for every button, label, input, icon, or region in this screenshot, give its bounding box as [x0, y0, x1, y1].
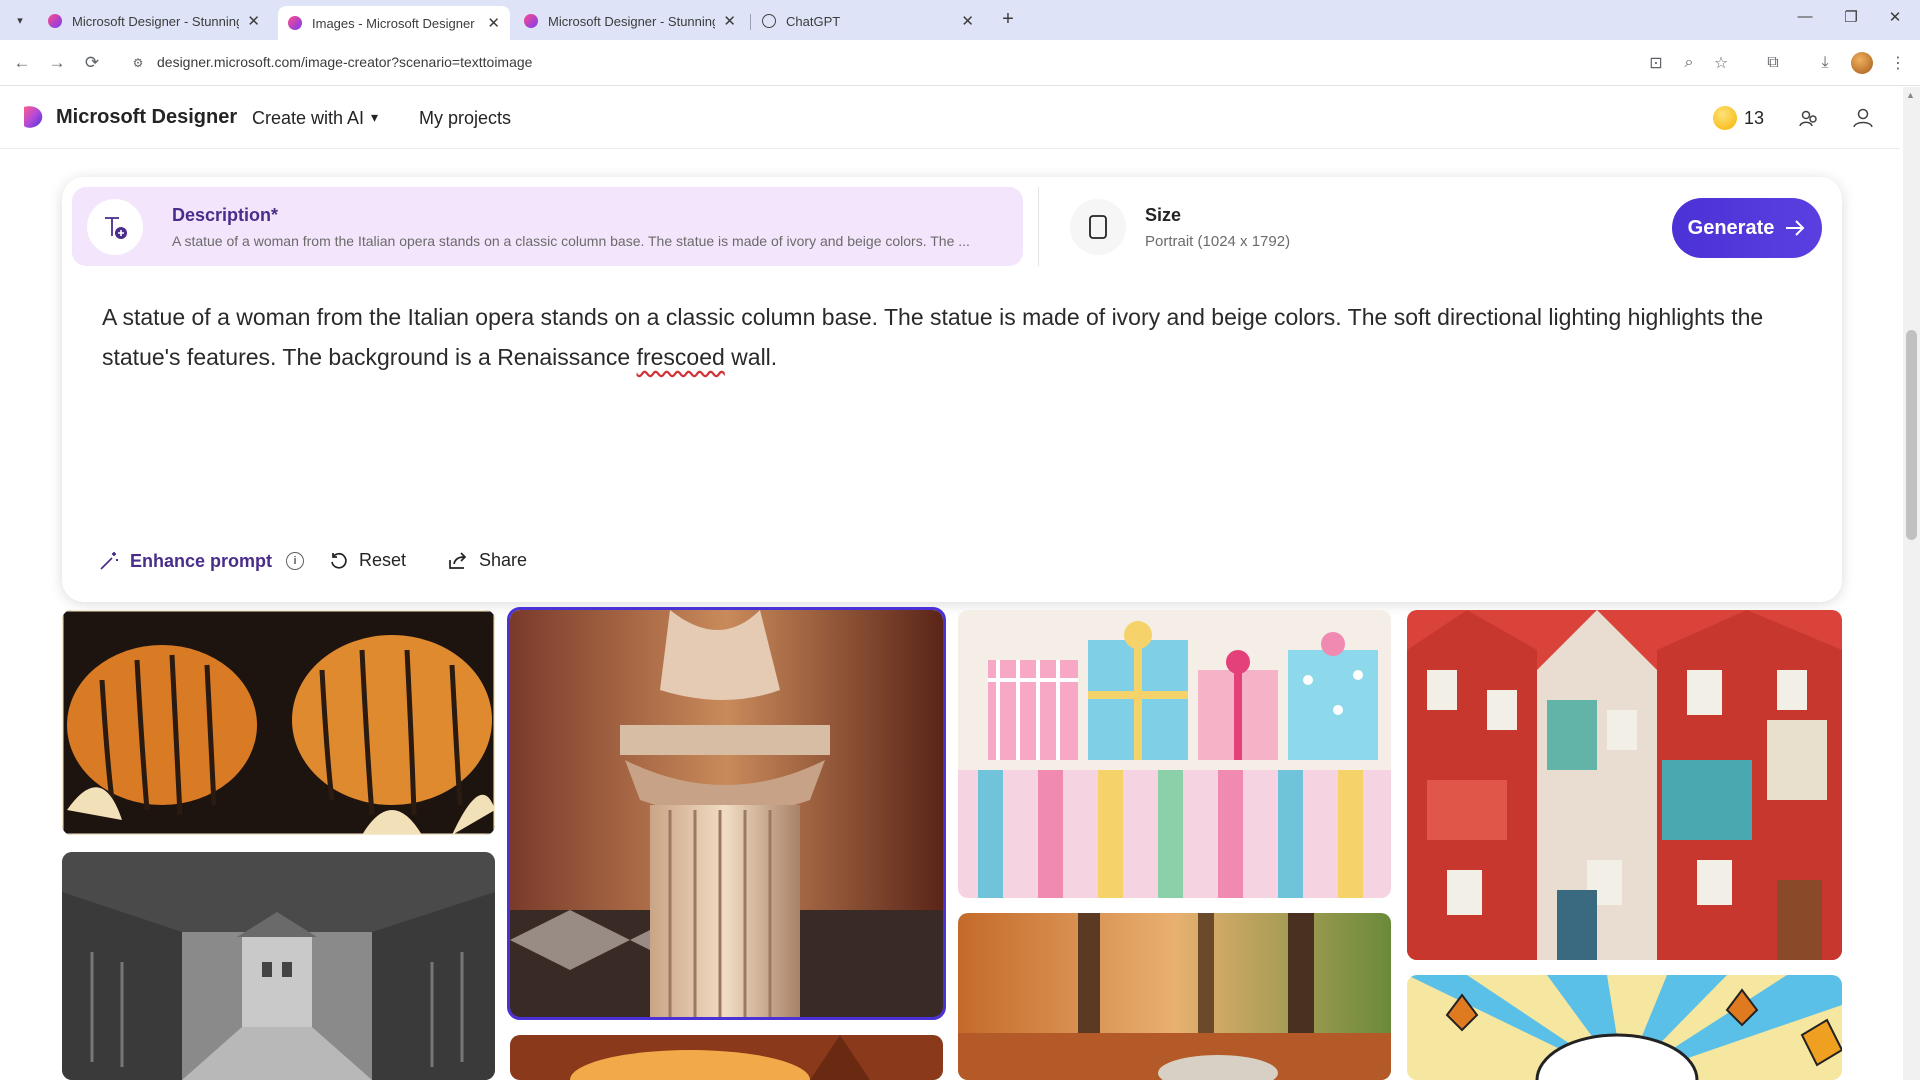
size-value[interactable]: Portrait (1024 x 1792) — [1145, 233, 1290, 250]
bookmark-star-icon[interactable]: ☆ — [1709, 51, 1733, 75]
designer-favicon-icon — [48, 14, 62, 28]
close-tab-icon[interactable]: ✕ — [961, 12, 974, 30]
generate-button[interactable]: Generate — [1672, 198, 1822, 258]
description-label: Description* — [172, 205, 279, 225]
prompt-text-part: A statue of a woman from the Italian ope… — [102, 304, 1764, 370]
tab-title: Microsoft Designer - Stunning — [72, 13, 240, 29]
divider — [1038, 187, 1039, 266]
zoom-icon[interactable]: ⌕ — [1677, 51, 1701, 75]
nav-create-with-ai[interactable]: Create with AI — [252, 108, 364, 129]
designer-favicon-icon — [524, 14, 538, 28]
reset-icon — [331, 552, 347, 569]
prompt-text-part: wall. — [724, 344, 778, 370]
share-people-icon[interactable] — [1794, 103, 1824, 133]
install-app-icon[interactable]: ⊡ — [1644, 51, 1668, 75]
tab-separator — [750, 14, 751, 30]
generate-label: Generate — [1687, 216, 1775, 239]
magic-wand-icon — [100, 552, 118, 570]
gallery-image-autumn-forest[interactable] — [958, 913, 1391, 1080]
misspelled-word[interactable]: frescoed — [637, 344, 725, 370]
close-tab-icon[interactable]: ✕ — [487, 14, 500, 32]
browser-tab[interactable]: Microsoft Designer - Stunning ✕ — [514, 6, 746, 36]
gallery-image-gift-boxes[interactable] — [958, 610, 1391, 898]
gallery-image-warm-scene[interactable] — [510, 1035, 943, 1080]
designer-favicon-icon — [288, 16, 302, 30]
account-icon[interactable] — [1848, 103, 1878, 133]
text-add-icon — [87, 199, 143, 255]
page-scrollbar[interactable] — [1903, 87, 1920, 1080]
back-arrow-icon[interactable]: ← — [10, 51, 34, 75]
forward-arrow-icon[interactable]: → — [45, 51, 69, 75]
arrow-right-icon — [1786, 220, 1805, 236]
tab-title: Microsoft Designer - Stunning — [548, 13, 716, 29]
share-button[interactable]: Share — [447, 550, 527, 571]
browser-menu-icon[interactable]: ⋮ — [1886, 51, 1910, 75]
tab-title: Images - Microsoft Designer — [312, 15, 475, 31]
downloads-icon[interactable]: ⤓ — [1813, 51, 1837, 75]
site-settings-icon[interactable]: ⚙ — [128, 53, 148, 73]
prompt-textarea[interactable]: A statue of a woman from the Italian ope… — [102, 297, 1802, 377]
share-icon — [449, 551, 467, 569]
brand-name[interactable]: Microsoft Designer — [56, 106, 237, 129]
address-bar: ← → ⟳ ⚙ designer.microsoft.com/image-cre… — [0, 40, 1920, 86]
browser-tab-active[interactable]: Images - Microsoft Designer ✕ — [278, 6, 510, 40]
minimize-icon[interactable]: — — [1790, 8, 1820, 25]
gallery-image-statue-column[interactable] — [507, 607, 946, 1020]
scroll-up-icon[interactable]: ▲ — [1906, 90, 1915, 100]
tab-title: ChatGPT — [786, 13, 841, 29]
chevron-down-icon[interactable]: ▾ — [371, 109, 378, 126]
share-label: Share — [479, 550, 528, 570]
designer-logo-icon[interactable] — [20, 104, 46, 130]
gallery-image-rainy-street[interactable] — [62, 852, 495, 1080]
scrollbar-thumb[interactable] — [1906, 330, 1917, 540]
tab-list-chevron-icon[interactable]: ▾ — [10, 10, 30, 30]
reset-button[interactable]: Reset — [329, 550, 406, 571]
gallery-image-pumpkins[interactable] — [62, 610, 495, 835]
gallery-image-patchwork-houses[interactable] — [1407, 610, 1842, 960]
reset-label: Reset — [359, 550, 407, 570]
extensions-icon[interactable]: ⧉ — [1761, 51, 1785, 75]
browser-tab[interactable]: Microsoft Designer - Stunning ✕ — [38, 6, 270, 36]
prompt-card: Description* A statue of a woman from th… — [62, 177, 1842, 602]
nav-my-projects[interactable]: My projects — [419, 108, 511, 129]
boost-count: 13 — [1744, 108, 1765, 128]
close-window-icon[interactable]: ✕ — [1880, 8, 1910, 26]
description-preview: A statue of a woman from the Italian ope… — [172, 233, 970, 249]
browser-tab-bar: ▾ Microsoft Designer - Stunning ✕ Images… — [0, 0, 1920, 40]
description-tab[interactable]: Description* A statue of a woman from th… — [72, 187, 1023, 266]
browser-profile-avatar[interactable] — [1851, 52, 1873, 74]
enhance-prompt-label: Enhance prompt — [130, 550, 273, 571]
reload-icon[interactable]: ⟳ — [80, 51, 104, 75]
gallery-image-comic-autumn[interactable] — [1407, 975, 1842, 1080]
app-header: Microsoft Designer Create with AI ▾ My p… — [0, 87, 1900, 149]
close-tab-icon[interactable]: ✕ — [723, 12, 736, 30]
chatgpt-favicon-icon — [762, 14, 776, 28]
restore-icon[interactable]: ❐ — [1836, 8, 1866, 26]
close-tab-icon[interactable]: ✕ — [247, 12, 260, 30]
portrait-size-icon[interactable] — [1070, 199, 1126, 255]
new-tab-plus-icon[interactable]: + — [996, 8, 1020, 31]
url-field[interactable]: designer.microsoft.com/image-creator?sce… — [157, 54, 532, 70]
boost-coin-icon — [1713, 106, 1737, 130]
enhance-prompt-button[interactable]: Enhance prompt i — [98, 550, 305, 572]
browser-tab[interactable]: ChatGPT ✕ — [752, 6, 984, 36]
size-label[interactable]: Size — [1145, 205, 1181, 226]
info-icon[interactable]: i — [286, 552, 305, 570]
